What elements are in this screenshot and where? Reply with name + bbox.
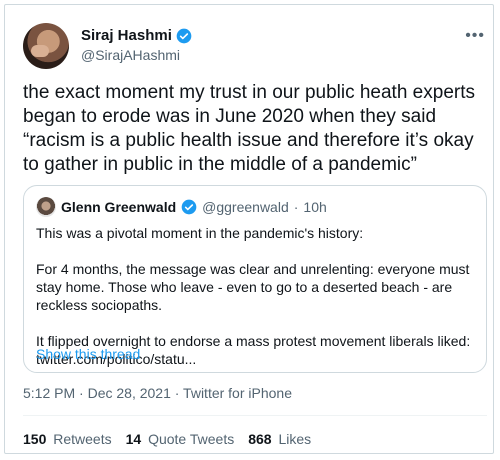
retweets-count: 150: [23, 431, 47, 447]
verified-badge-icon: [181, 199, 197, 215]
quoted-tweet-header: Glenn Greenwald @ggreenwald · 10h: [36, 197, 327, 217]
retweets-stat[interactable]: 150 Retweets: [23, 431, 112, 447]
author-handle[interactable]: @SirajAHashmi: [81, 47, 180, 63]
likes-count: 868: [248, 431, 272, 447]
author-name-row: Siraj Hashmi: [81, 27, 192, 44]
tweet-timestamp[interactable]: 5:12 PM · Dec 28, 2021 · Twitter for iPh…: [23, 385, 292, 401]
show-thread-link[interactable]: Show this thread: [36, 346, 140, 362]
quoted-author-avatar: [36, 197, 56, 217]
quotes-count: 14: [125, 431, 142, 447]
tweet-text: the exact moment my trust in our public …: [23, 82, 475, 175]
likes-label: Likes: [278, 431, 312, 447]
quotes-label: Quote Tweets: [148, 431, 235, 447]
avatar-hand-shape: [31, 45, 49, 57]
engagement-stats: 150 Retweets 14 Quote Tweets 868 Likes: [23, 431, 311, 447]
quoted-paragraph: For 4 months, the message was clear and …: [36, 261, 470, 313]
author-avatar[interactable]: [23, 23, 69, 69]
quoted-time: 10h: [303, 199, 327, 215]
likes-stat[interactable]: 868 Likes: [248, 431, 311, 447]
quoted-paragraph: This was a pivotal moment in the pandemi…: [36, 225, 364, 241]
tweet-card: Siraj Hashmi @SirajAHashmi ••• the exact…: [4, 4, 494, 454]
quoted-author-name: Glenn Greenwald: [61, 199, 177, 215]
quote-tweets-stat[interactable]: 14 Quote Tweets: [126, 431, 235, 447]
tweet-header: Siraj Hashmi @SirajAHashmi •••: [23, 21, 485, 71]
verified-badge-icon: [176, 28, 192, 43]
quoted-meta-separator: ·: [293, 199, 299, 215]
more-options-icon[interactable]: •••: [465, 27, 485, 45]
quoted-tweet[interactable]: Glenn Greenwald @ggreenwald · 10h This w…: [23, 185, 487, 373]
quoted-author-handle: @ggreenwald: [202, 199, 289, 215]
author-display-name[interactable]: Siraj Hashmi: [81, 27, 172, 44]
retweets-label: Retweets: [53, 431, 112, 447]
divider: [23, 415, 487, 416]
